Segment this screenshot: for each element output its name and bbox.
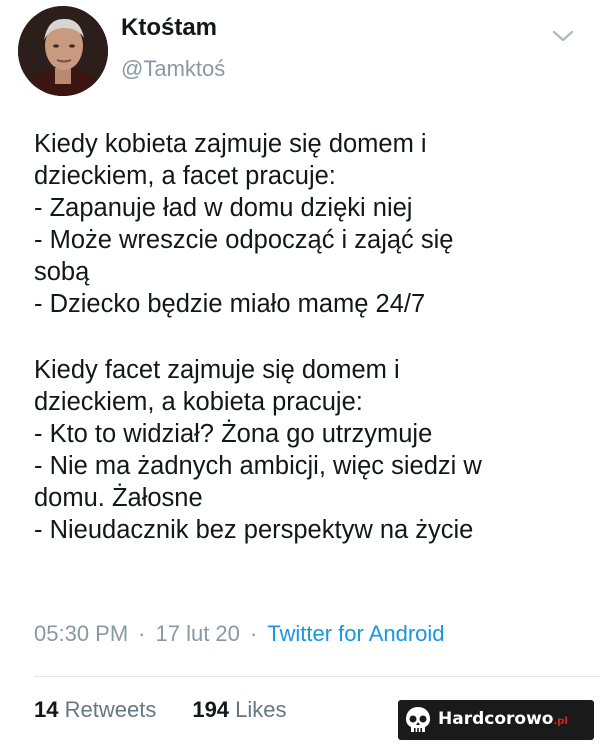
meta-separator: · bbox=[138, 621, 146, 646]
likes-label: Likes bbox=[235, 697, 287, 722]
tweet-date[interactable]: 17 lut 20 bbox=[156, 621, 240, 646]
tweet-line: dzieckiem, a kobieta pracuje: bbox=[34, 388, 363, 416]
tweet-line: - Nieudacznik bez perspektyw na życie bbox=[34, 516, 474, 544]
retweets-stat[interactable]: 14 Retweets bbox=[34, 697, 156, 722]
watermark-text: Hardcorowo.pl bbox=[438, 709, 568, 729]
skull-icon bbox=[406, 707, 430, 732]
display-name[interactable]: Ktośtam bbox=[121, 14, 217, 42]
avatar-photo-icon bbox=[18, 6, 108, 96]
paragraph-break bbox=[34, 320, 590, 354]
meta-separator: · bbox=[249, 621, 258, 646]
tweet-line: Kiedy facet zajmuje się domem i bbox=[34, 356, 400, 384]
tweet-line: domu. Żałosne bbox=[34, 484, 203, 512]
avatar[interactable] bbox=[18, 6, 108, 96]
likes-count: 194 bbox=[192, 697, 230, 722]
tweet-line: - Może wreszcie odpocząć i zająć się bbox=[34, 226, 454, 254]
tweet-line: - Nie ma żadnych ambicji, więc siedzi w bbox=[34, 452, 482, 480]
tweet-source-link[interactable]: Twitter for Android bbox=[267, 621, 444, 646]
divider bbox=[34, 676, 600, 677]
watermark-name: Hardcorowo bbox=[438, 709, 554, 729]
tweet-stats: 14 Retweets 194 Likes bbox=[34, 697, 287, 723]
tweet-card: Ktośtam @Tamktoś Kiedy kobieta zajmuje s… bbox=[0, 0, 600, 744]
tweet-line: - Kto to widział? Żona go utrzymuje bbox=[34, 420, 433, 448]
likes-stat[interactable]: 194 Likes bbox=[192, 697, 286, 722]
watermark: Hardcorowo.pl bbox=[398, 700, 594, 740]
tweet-text: Kiedy kobieta zajmuje się domem i dzieck… bbox=[34, 128, 590, 546]
tweet-meta: 05:30 PM · 17 lut 20 · Twitter for Android bbox=[34, 621, 445, 647]
tweet-line: dzieckiem, a facet pracuje: bbox=[34, 162, 336, 190]
watermark-tld: .pl bbox=[553, 716, 568, 727]
tweet-time[interactable]: 05:30 PM bbox=[34, 621, 128, 646]
tweet-line: - Zapanuje ład w domu dzięki niej bbox=[34, 194, 413, 222]
retweets-count: 14 bbox=[34, 697, 59, 722]
tweet-line: sobą bbox=[34, 258, 90, 286]
tweet-line: Kiedy kobieta zajmuje się domem i bbox=[34, 130, 427, 158]
retweets-label: Retweets bbox=[64, 697, 157, 722]
user-handle[interactable]: @Tamktoś bbox=[121, 56, 225, 82]
chevron-down-icon[interactable] bbox=[550, 26, 576, 46]
tweet-line: - Dziecko będzie miało mamę 24/7 bbox=[34, 290, 426, 318]
